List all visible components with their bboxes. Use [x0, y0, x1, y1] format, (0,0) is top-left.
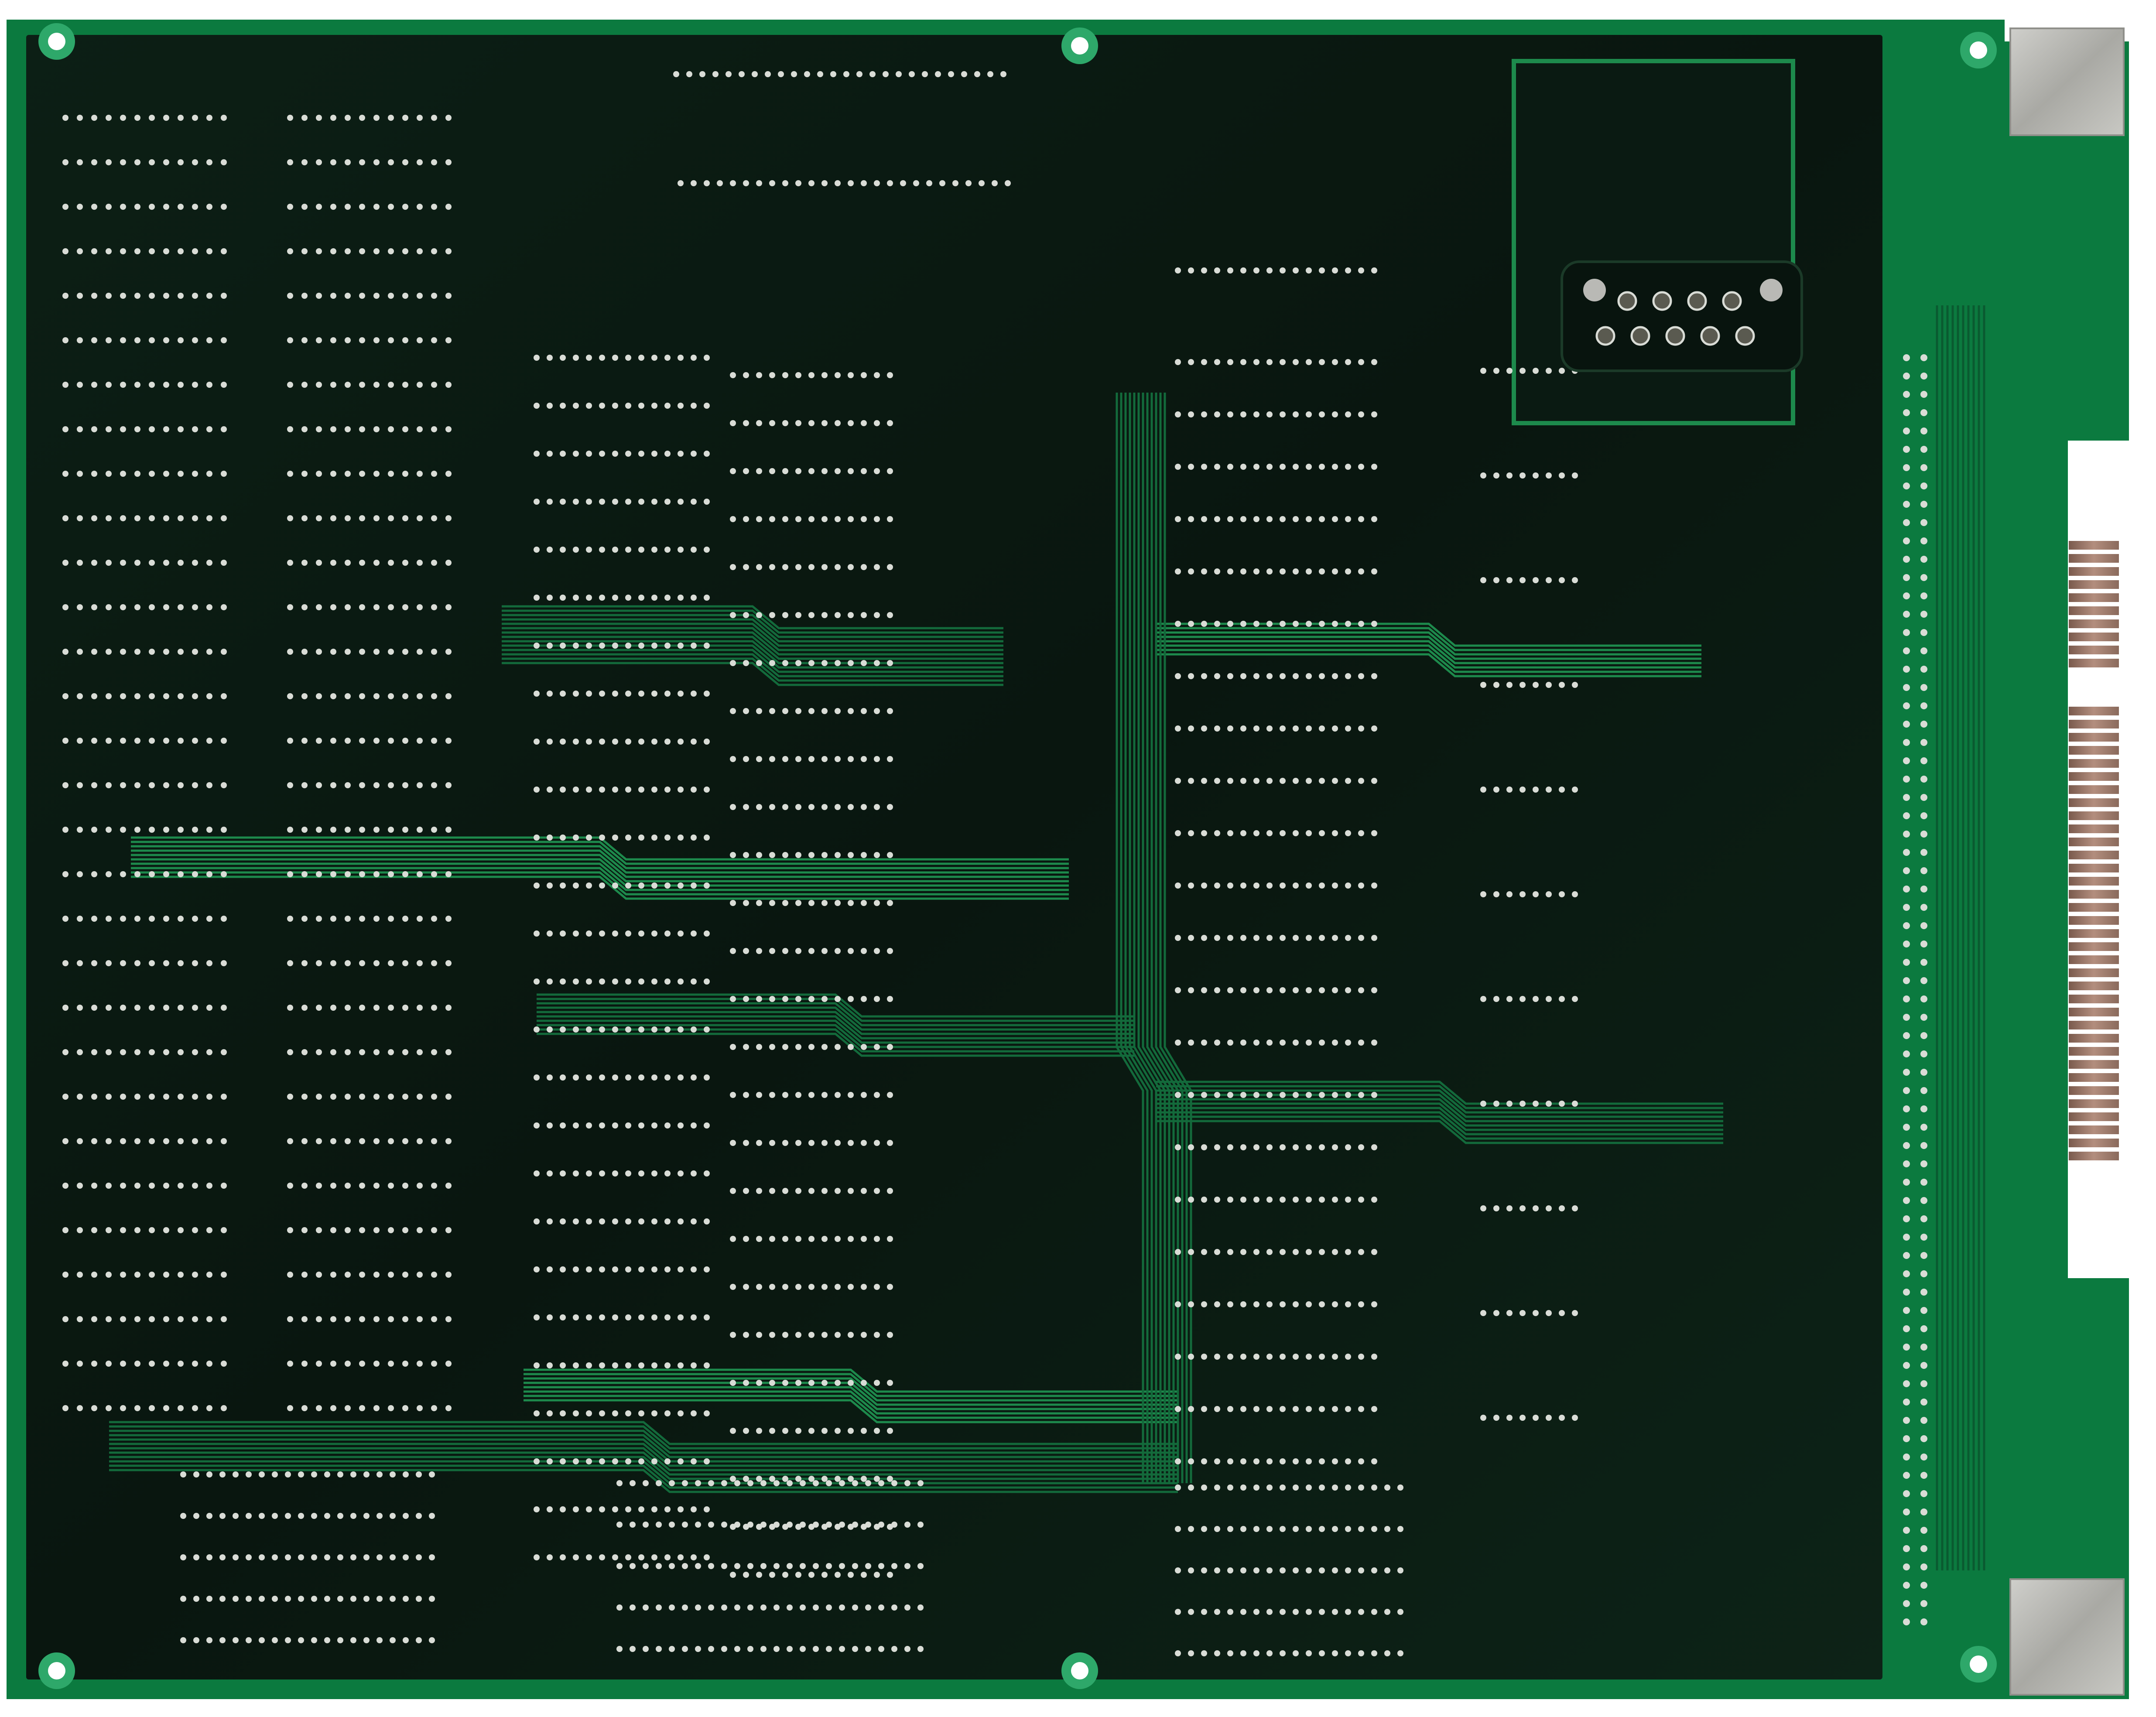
- metal-bracket-top: [2009, 27, 2125, 136]
- metal-bracket-bottom: [2009, 1578, 2125, 1696]
- db-connector: [1561, 260, 1803, 372]
- ground-pour-right: [1889, 26, 1998, 1693]
- pcb-board-svg: [7, 20, 2129, 1699]
- edge-connector-fingers: [2069, 541, 2119, 1160]
- pcb-photo: [0, 0, 2156, 1717]
